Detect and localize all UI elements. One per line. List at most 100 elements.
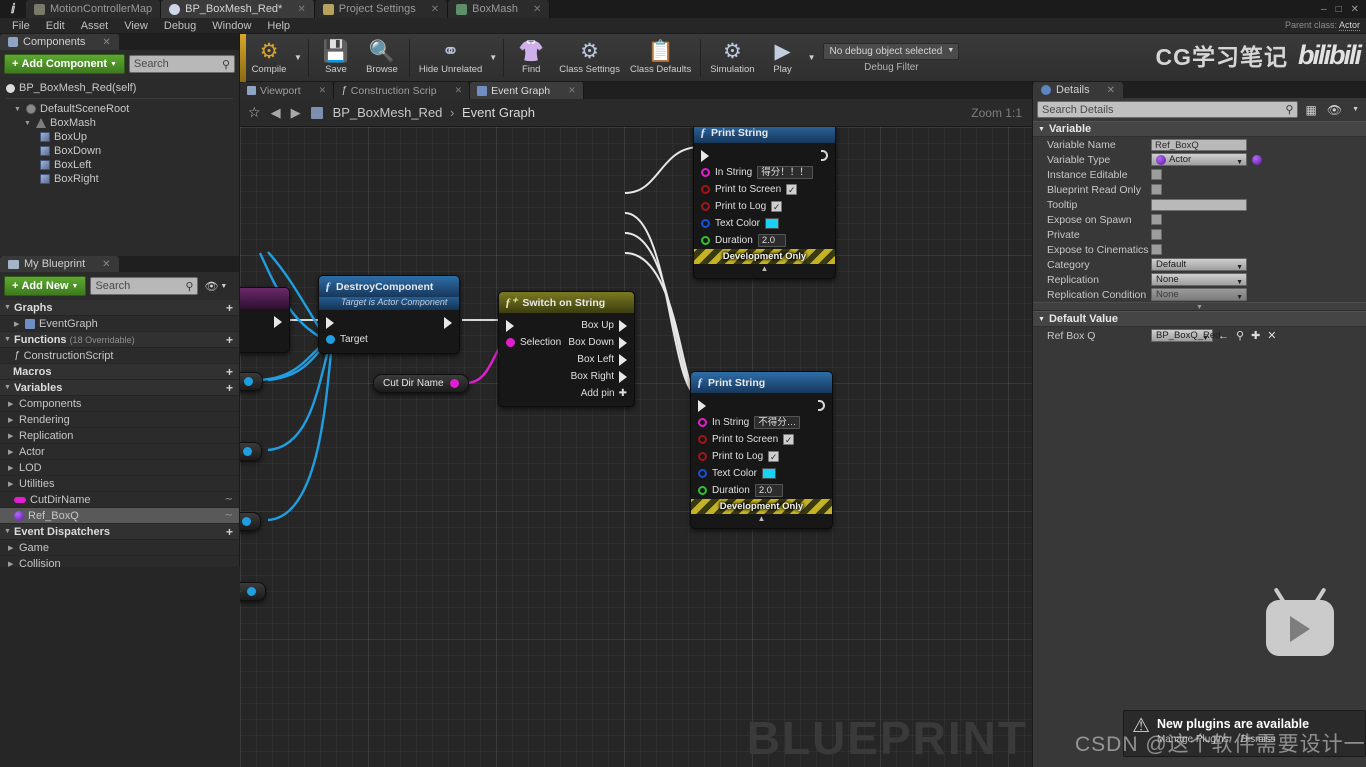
details-section-variable[interactable]: ▼ Variable bbox=[1033, 121, 1366, 137]
expand-arrow-icon[interactable]: ▶ bbox=[8, 480, 15, 488]
add-variable-button[interactable]: + bbox=[226, 381, 233, 395]
add-pin-button[interactable]: Add pin ✚ bbox=[499, 385, 634, 401]
variable-type-dropdown[interactable]: Actor ▼ bbox=[1151, 153, 1247, 166]
text-color-swatch[interactable] bbox=[765, 218, 780, 229]
private-checkbox[interactable] bbox=[1151, 229, 1162, 240]
compile-options-chevron-down-icon[interactable]: ▼ bbox=[292, 53, 304, 62]
variable-category-actor[interactable]: ▶ Actor bbox=[0, 444, 239, 460]
graph-node-switch-on-string[interactable]: ƒ⁺ Switch on String Box Up Selection Box… bbox=[498, 291, 635, 407]
ref-box-q-object-picker[interactable]: BP_BoxQ_Red ▼ bbox=[1151, 329, 1220, 342]
tab-my-blueprint[interactable]: My Blueprint ✕ bbox=[0, 256, 119, 272]
window-tab-boxmash[interactable]: BoxMash ✕ bbox=[448, 0, 551, 18]
category-dropdown[interactable]: Default ▼ bbox=[1151, 258, 1247, 271]
exec-output-pin[interactable] bbox=[821, 150, 828, 161]
input-pin-in-string[interactable] bbox=[698, 418, 707, 427]
window-tab-project-settings[interactable]: Project Settings ✕ bbox=[314, 0, 449, 18]
expand-arrow-icon[interactable]: ▶ bbox=[8, 464, 15, 472]
collapse-arrow-icon[interactable]: ▼ bbox=[4, 384, 11, 391]
visibility-toggle-icon[interactable]: ∼ bbox=[225, 494, 233, 505]
tab-viewport[interactable]: Viewport ✕ bbox=[240, 82, 335, 99]
text-color-swatch[interactable] bbox=[762, 468, 777, 479]
node-collapse-arrow-icon[interactable]: ▲ bbox=[691, 514, 832, 523]
exec-output-pin[interactable] bbox=[274, 315, 282, 328]
add-function-button[interactable]: + bbox=[226, 333, 233, 347]
manage-plugins-link[interactable]: Manage Plugins bbox=[1157, 734, 1229, 745]
menu-item-asset[interactable]: Asset bbox=[73, 18, 117, 34]
compile-button[interactable]: ⚙ Compile bbox=[246, 39, 292, 77]
graph-variable-node-boxdown[interactable]: own bbox=[240, 372, 264, 391]
exec-output-pin[interactable] bbox=[444, 316, 452, 329]
tab-components[interactable]: Components ✕ bbox=[0, 34, 119, 50]
add-new-button[interactable]: + Add New ▼ bbox=[4, 276, 87, 296]
dismiss-link[interactable]: Dismiss bbox=[1241, 734, 1276, 745]
input-pin-duration[interactable] bbox=[701, 236, 710, 245]
exec-output-pin-box-up[interactable] bbox=[619, 319, 627, 332]
graph-node-print-string-1[interactable]: ƒ Print String In String 得分！！！ Print to … bbox=[693, 127, 836, 279]
menu-item-help[interactable]: Help bbox=[259, 18, 298, 34]
menu-item-file[interactable]: File bbox=[4, 18, 38, 34]
exec-output-pin-box-left[interactable] bbox=[619, 353, 627, 366]
graph-node-print-string-2[interactable]: ƒ Print String In String 不得分… Print to S… bbox=[690, 371, 833, 529]
maximize-icon[interactable]: □ bbox=[1336, 4, 1342, 15]
variable-name-input[interactable]: Ref_BoxQ bbox=[1151, 138, 1247, 151]
variable-category-utilities[interactable]: ▶ Utilities bbox=[0, 476, 239, 492]
exec-input-pin[interactable] bbox=[698, 399, 706, 412]
back-arrow-icon[interactable]: ◀ bbox=[271, 105, 281, 121]
add-graph-button[interactable]: + bbox=[226, 301, 233, 315]
minimize-icon[interactable]: – bbox=[1321, 4, 1327, 15]
print-to-log-checkbox[interactable]: ✓ bbox=[771, 201, 783, 212]
class-defaults-button[interactable]: 📋 Class Defaults bbox=[625, 39, 696, 77]
collapse-arrow-icon[interactable]: ▼ bbox=[1038, 126, 1045, 133]
component-item-boxleft[interactable]: BoxLeft bbox=[6, 158, 239, 172]
expand-arrow-icon[interactable]: ▼ bbox=[14, 106, 22, 113]
graph-node-destroy-component[interactable]: ƒ DestroyComponent Target is Actor Compo… bbox=[318, 275, 460, 354]
graph-variable-node-boxright[interactable]: ight bbox=[240, 512, 262, 531]
variable-category-lod[interactable]: ▶ LOD bbox=[0, 460, 239, 476]
expose-to-cinematics-checkbox[interactable] bbox=[1151, 244, 1162, 255]
input-pin-print-to-screen[interactable] bbox=[701, 185, 710, 194]
variable-item-ref-boxq[interactable]: Ref_BoxQ ∼ bbox=[0, 508, 239, 524]
component-root[interactable]: BP_BoxMesh_Red(self) bbox=[6, 81, 239, 95]
browse-button[interactable]: 🔍 Browse bbox=[359, 39, 405, 77]
input-pin-selection[interactable] bbox=[506, 338, 515, 347]
section-event-dispatchers[interactable]: ▼ Event Dispatchers + bbox=[0, 524, 239, 540]
myblueprint-search-input[interactable]: Search ⚲ bbox=[90, 277, 199, 295]
exec-input-pin[interactable] bbox=[326, 316, 334, 329]
event-graph-canvas[interactable]: own Left ight x Up ƒ bbox=[240, 127, 1032, 767]
close-icon[interactable]: ✕ bbox=[568, 85, 576, 96]
graph-variable-node-boxup[interactable]: x Up bbox=[240, 582, 266, 601]
hide-unrelated-button[interactable]: ⚭ Hide Unrelated bbox=[414, 39, 487, 77]
clear-asset-close-icon[interactable]: ✕ bbox=[1267, 329, 1276, 342]
close-icon[interactable]: ✕ bbox=[102, 37, 110, 48]
chevron-down-icon[interactable]: ▼ bbox=[1349, 106, 1362, 113]
plugin-notification[interactable]: ⚠ New plugins are available Manage Plugi… bbox=[1123, 710, 1366, 757]
print-to-screen-checkbox[interactable]: ✓ bbox=[783, 434, 795, 445]
replication-dropdown[interactable]: None ▼ bbox=[1151, 273, 1247, 286]
function-item-constructionscript[interactable]: ƒ ConstructionScript bbox=[0, 348, 239, 364]
variable-category-replication[interactable]: ▶ Replication bbox=[0, 428, 239, 444]
in-string-input[interactable]: 不得分… bbox=[754, 416, 801, 429]
tooltip-input[interactable] bbox=[1151, 198, 1247, 211]
duration-input[interactable]: 2.0 bbox=[757, 234, 786, 247]
close-icon[interactable]: ✕ bbox=[319, 85, 327, 96]
print-to-screen-checkbox[interactable]: ✓ bbox=[786, 184, 798, 195]
simulation-button[interactable]: ⚙ Simulation bbox=[705, 39, 759, 77]
input-pin-print-to-log[interactable] bbox=[701, 202, 710, 211]
input-pin-print-to-screen[interactable] bbox=[698, 435, 707, 444]
input-pin-print-to-log[interactable] bbox=[698, 452, 707, 461]
section-graphs[interactable]: ▼ Graphs + bbox=[0, 300, 239, 316]
close-icon[interactable]: ✕ bbox=[533, 4, 541, 15]
input-pin-duration[interactable] bbox=[698, 486, 707, 495]
play-button[interactable]: ▶ Play bbox=[760, 39, 806, 77]
eye-icon[interactable]: 👁 bbox=[1324, 103, 1345, 117]
add-macro-button[interactable]: + bbox=[226, 365, 233, 379]
output-pin-cyan[interactable] bbox=[242, 517, 252, 526]
close-icon[interactable]: ✕ bbox=[1351, 4, 1359, 15]
node-collapse-arrow-icon[interactable]: ▲ bbox=[694, 264, 835, 273]
section-variables[interactable]: ▼ Variables + bbox=[0, 380, 239, 396]
expand-arrow-icon[interactable]: ▶ bbox=[8, 544, 15, 552]
menu-item-debug[interactable]: Debug bbox=[156, 18, 204, 34]
component-item-boxmash[interactable]: ▼ BoxMash bbox=[6, 116, 239, 130]
in-string-input[interactable]: 得分！！！ bbox=[757, 166, 813, 179]
component-item-boxup[interactable]: BoxUp bbox=[6, 130, 239, 144]
